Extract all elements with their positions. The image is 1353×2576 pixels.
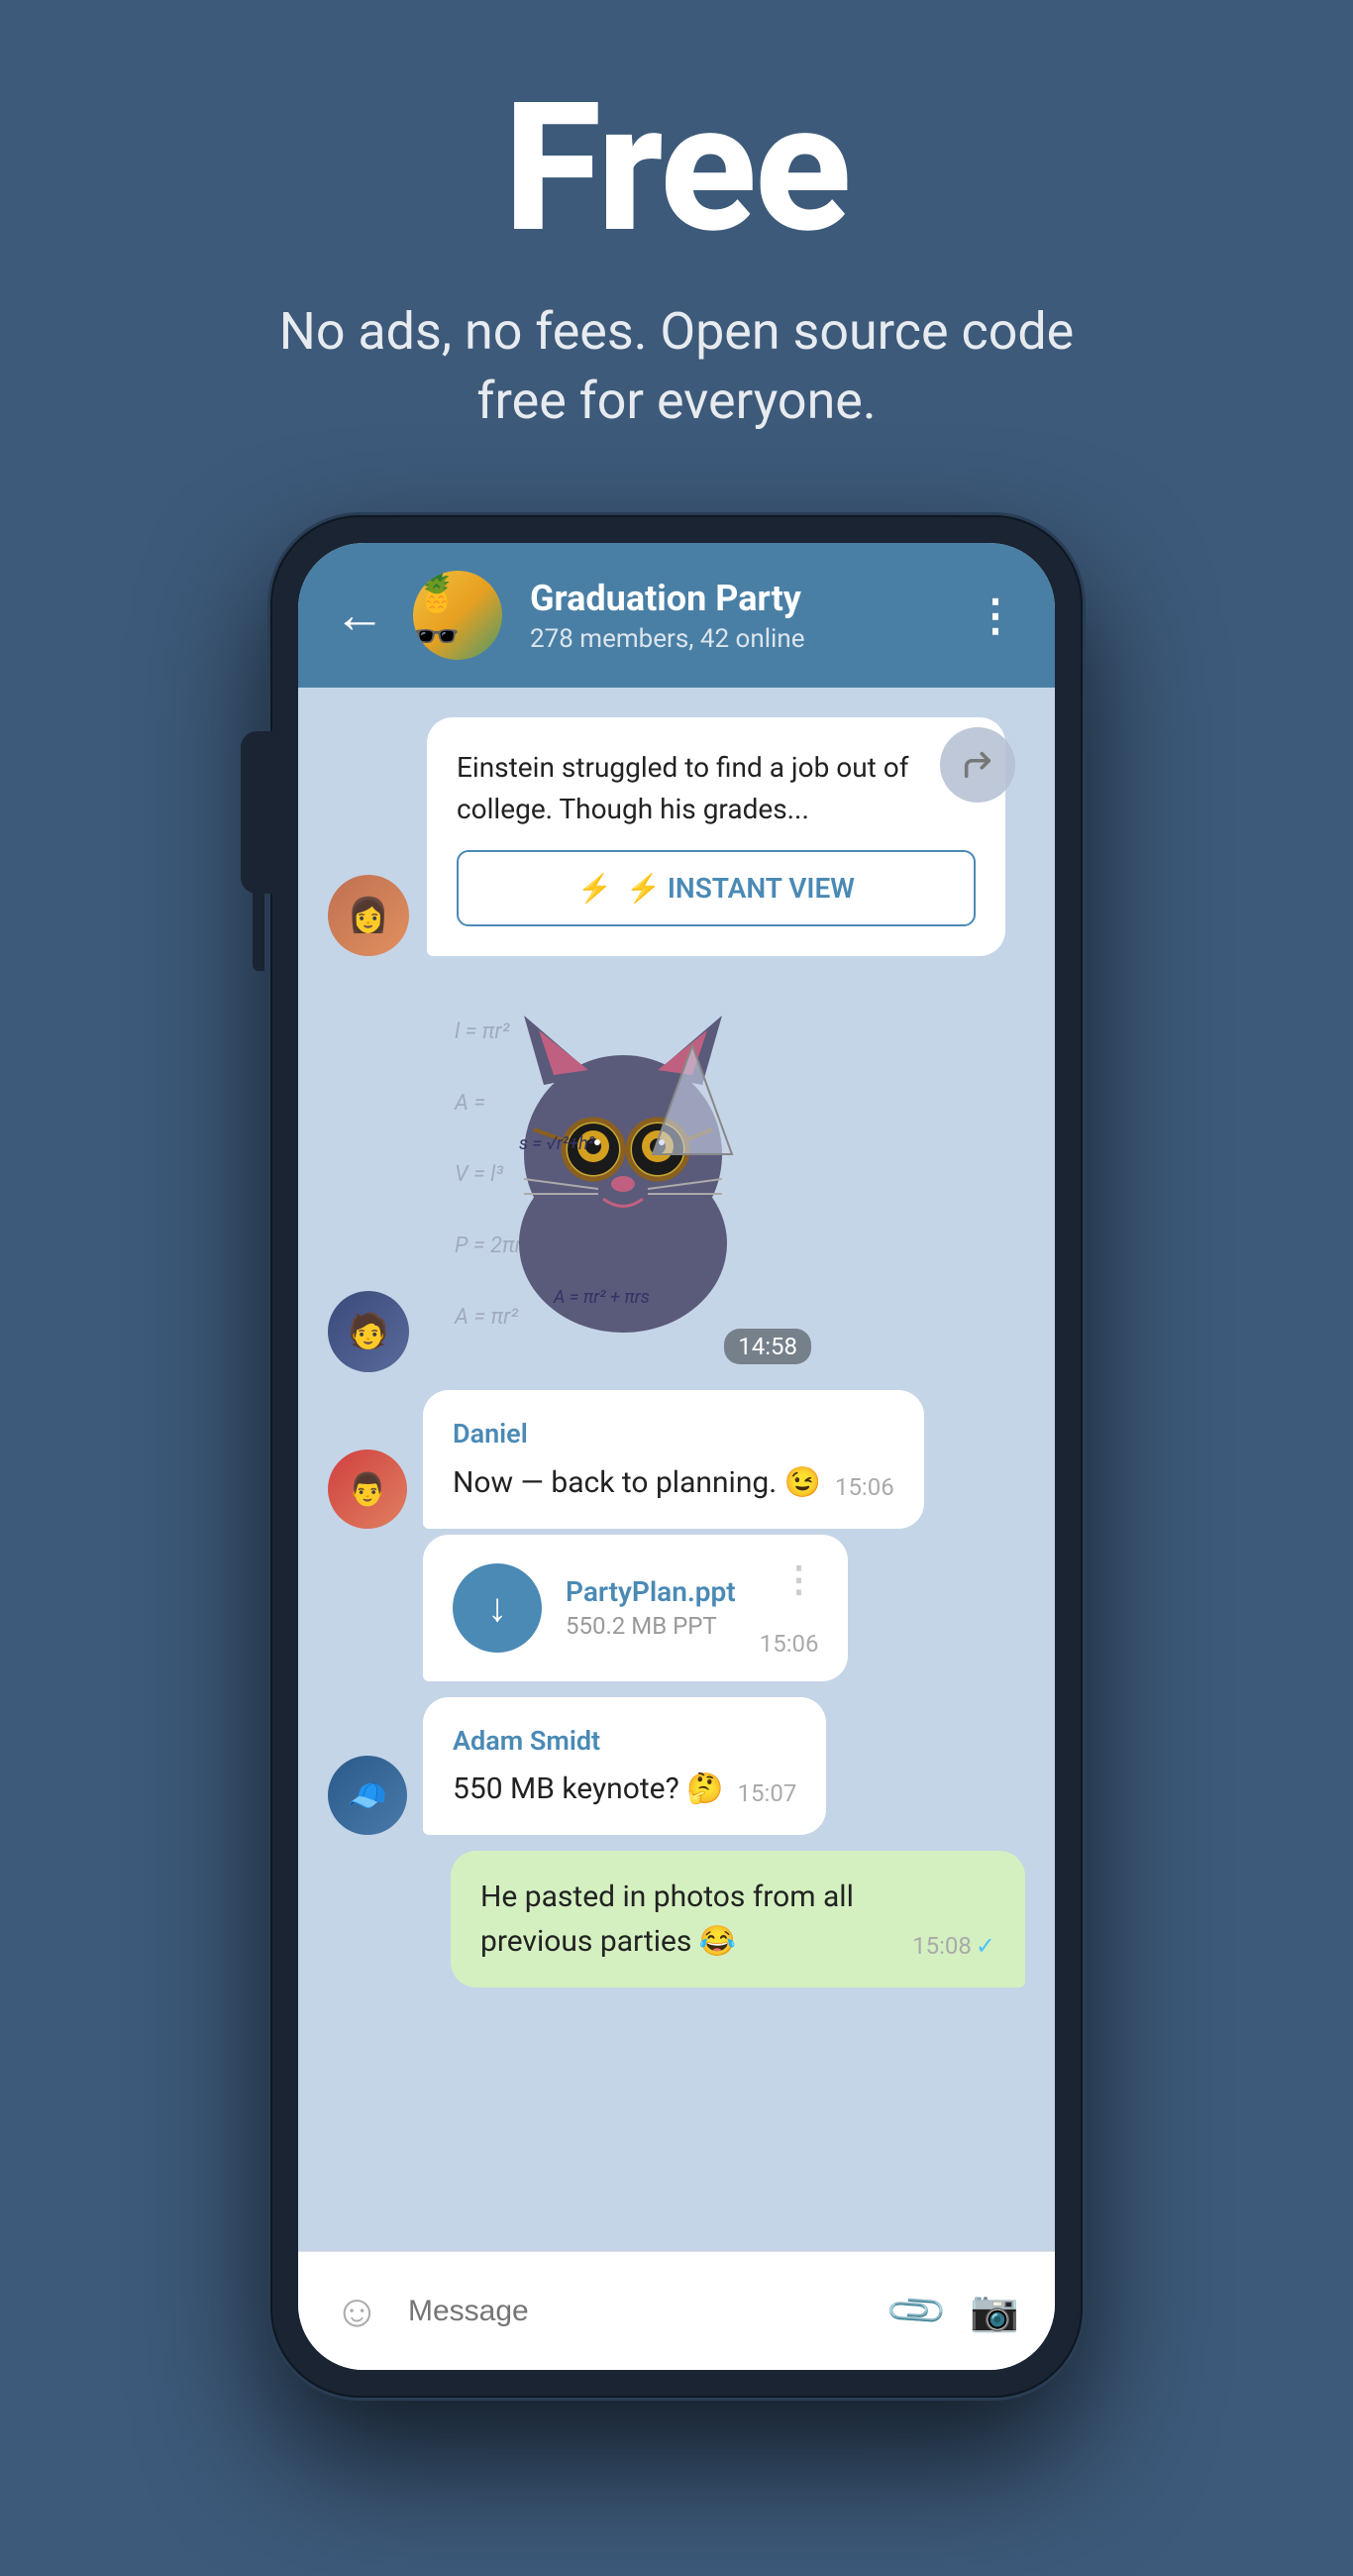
article-bubble: Einstein struggled to find a job out of …: [427, 717, 1005, 956]
header-menu-button[interactable]: ⋮: [974, 590, 1019, 641]
outgoing-bubble-text: He pasted in photos from all previous pa…: [480, 1875, 898, 1964]
hero-section: Free No ads, no fees. Open source code f…: [0, 0, 1353, 495]
outgoing-bubble-time: 15:08: [912, 1928, 972, 1964]
group-avatar: 🍍🕶️: [413, 571, 502, 660]
svg-text:s = √r²+h²: s = √r²+h²: [519, 1133, 595, 1154]
adam-bubble-text: 550 MB keynote? 🤔: [453, 1767, 724, 1811]
file-menu-button[interactable]: ⋮: [781, 1558, 818, 1600]
daniel-bubble-content: Now — back to planning. 😉 15:06: [453, 1460, 894, 1505]
hero-subtitle: No ads, no fees. Open source code free f…: [231, 297, 1122, 436]
daniel-bubble-text: Now — back to planning. 😉: [453, 1460, 821, 1505]
message-input[interactable]: [408, 2295, 865, 2328]
outgoing-message-row: He pasted in photos from all previous pa…: [328, 1851, 1025, 1987]
phone-screen: ← 🍍🕶️ Graduation Party 278 members, 42 o…: [298, 543, 1055, 2370]
share-button[interactable]: [940, 727, 1015, 803]
file-bubble: ↓ PartyPlan.ppt 550.2 MB PPT ⋮ 15:06: [423, 1535, 848, 1681]
sticker-row: 🧑 l = πr² A = V = l³ P = 2πr A = πr²: [328, 976, 1025, 1372]
group-meta: 278 members, 42 online: [530, 624, 946, 654]
daniel-avatar: 👨: [328, 1449, 407, 1529]
adam-avatar: 🧢: [328, 1756, 407, 1835]
sticker-timestamp: 14:58: [724, 1329, 811, 1364]
cat-sticker: s = √r²+h² A = πr² + πrs: [474, 986, 772, 1333]
attach-button[interactable]: 📎: [884, 2278, 951, 2345]
daniel-bubble: Daniel Now — back to planning. 😉 15:06: [423, 1390, 924, 1529]
outgoing-time-read: 15:08 ✓: [912, 1928, 995, 1964]
article-sender-avatar: 👩: [328, 875, 409, 956]
hero-title: Free: [503, 79, 849, 258]
file-right-column: ⋮ 15:06: [760, 1558, 819, 1658]
daniel-message-row: 👨 Daniel Now — back to planning. 😉 15:06: [328, 1390, 1025, 1529]
camera-button[interactable]: 📷: [970, 2288, 1019, 2334]
adam-bubble-time: 15:07: [738, 1775, 797, 1811]
back-button[interactable]: ←: [334, 590, 385, 641]
daniel-bubble-time: 15:06: [835, 1469, 894, 1505]
article-bubble-section: 👩 Einstein struggled to find a job out o…: [298, 717, 1025, 956]
instant-view-icon: ⚡: [577, 872, 612, 905]
adam-sender-name: Adam Smidt: [453, 1721, 796, 1762]
file-time: 15:06: [760, 1630, 819, 1658]
emoji-button[interactable]: ☺: [334, 2284, 380, 2338]
svg-text:A = πr² + πrs: A = πr² + πrs: [553, 1287, 650, 1308]
file-meta: 550.2 MB PPT: [566, 1612, 736, 1640]
sticker-sender-avatar: 🧑: [328, 1291, 409, 1372]
outgoing-bubble: He pasted in photos from all previous pa…: [451, 1851, 1025, 1987]
share-icon: [961, 748, 994, 782]
instant-view-label: ⚡ INSTANT VIEW: [626, 872, 855, 905]
phone-wrapper: ← 🍍🕶️ Graduation Party 278 members, 42 o…: [270, 515, 1083, 2398]
sticker-container: l = πr² A = V = l³ P = 2πr A = πr²: [425, 976, 821, 1372]
instant-view-button[interactable]: ⚡ ⚡ INSTANT VIEW: [457, 850, 976, 926]
file-message-row: ↓ PartyPlan.ppt 550.2 MB PPT ⋮ 15:06: [328, 1535, 1025, 1681]
file-download-button[interactable]: ↓: [453, 1563, 542, 1653]
daniel-sender-name: Daniel: [453, 1414, 894, 1454]
header-info: Graduation Party 278 members, 42 online: [530, 578, 946, 654]
adam-bubble-content: 550 MB keynote? 🤔 15:07: [453, 1767, 796, 1811]
read-checkmark-icon: ✓: [976, 1928, 995, 1964]
file-name: PartyPlan.ppt: [566, 1575, 736, 1608]
group-avatar-emoji: 🍍🕶️: [413, 572, 502, 659]
chat-header: ← 🍍🕶️ Graduation Party 278 members, 42 o…: [298, 543, 1055, 688]
file-info: PartyPlan.ppt 550.2 MB PPT: [566, 1575, 736, 1640]
article-text: Einstein struggled to find a job out of …: [457, 747, 976, 830]
outgoing-bubble-content: He pasted in photos from all previous pa…: [480, 1875, 995, 1964]
adam-bubble: Adam Smidt 550 MB keynote? 🤔 15:07: [423, 1697, 826, 1836]
download-arrow-icon: ↓: [487, 1588, 507, 1628]
chat-area: 👩 Einstein struggled to find a job out o…: [298, 688, 1055, 2251]
adam-message-row: 🧢 Adam Smidt 550 MB keynote? 🤔 15:07: [328, 1697, 1025, 1836]
group-name: Graduation Party: [530, 578, 946, 620]
message-bar: ☺ 📎 📷: [298, 2251, 1055, 2370]
